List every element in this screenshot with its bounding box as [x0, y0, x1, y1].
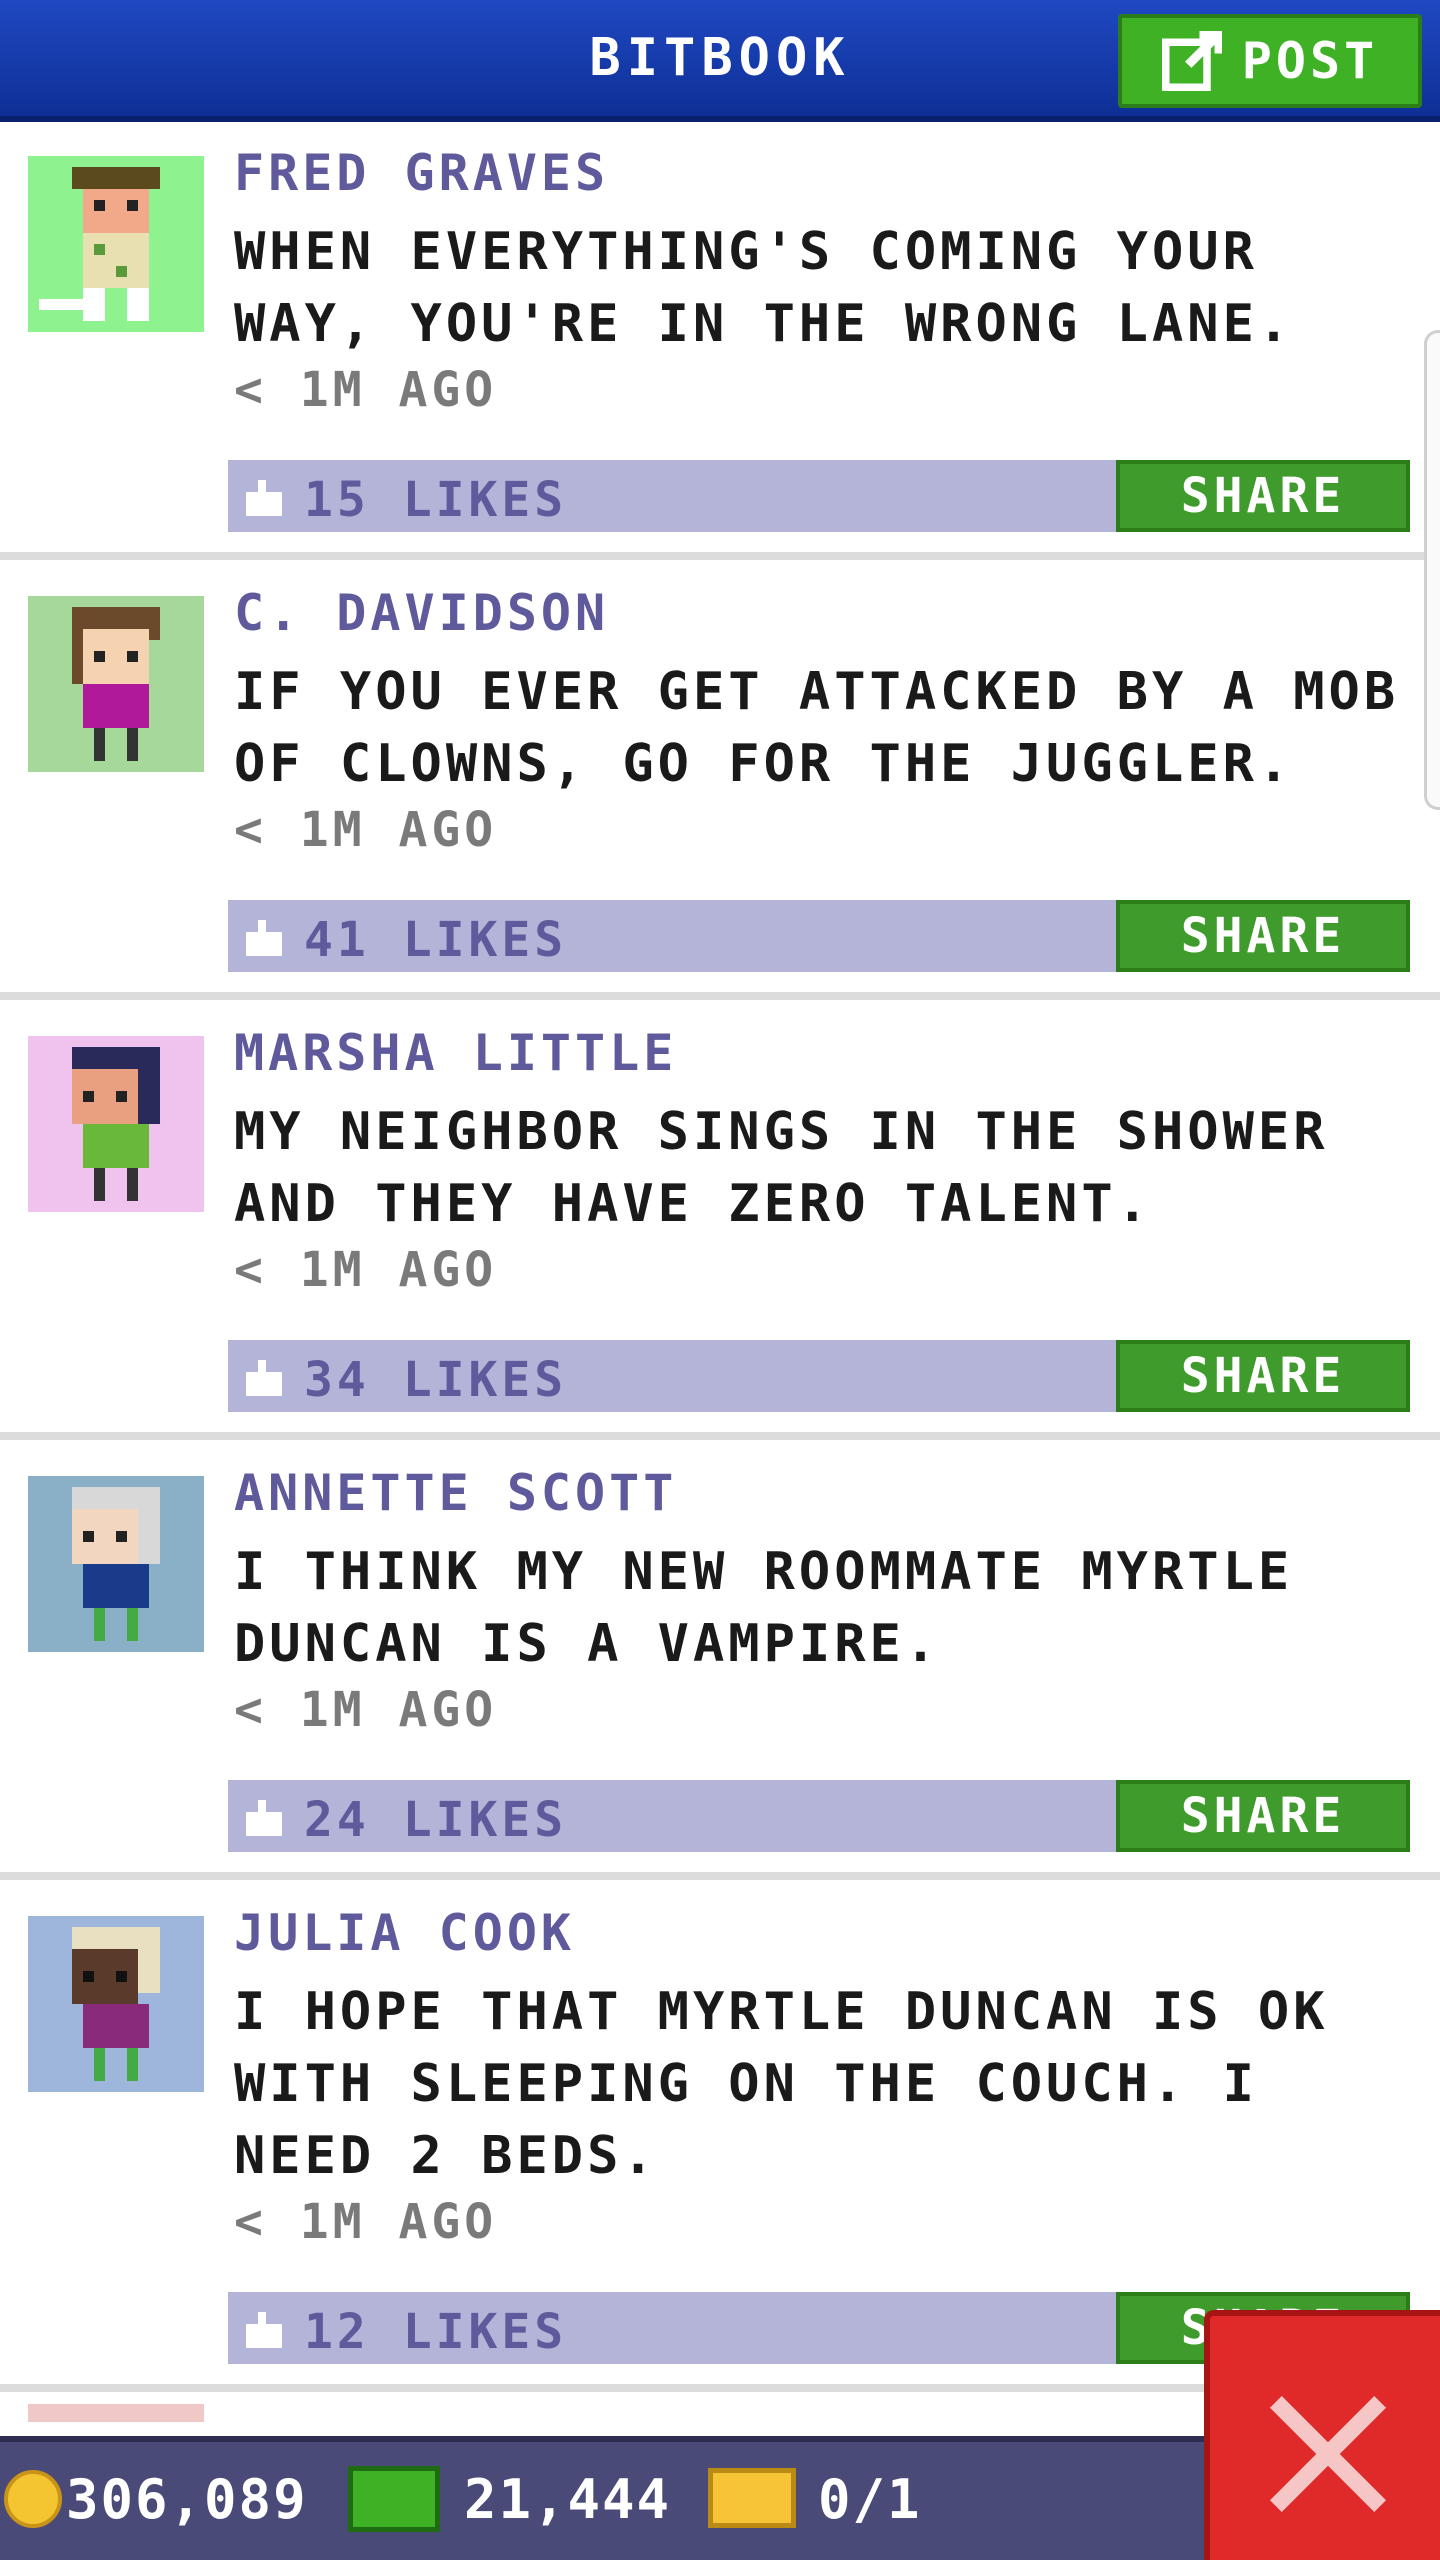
- post-divider: [0, 1432, 1440, 1440]
- post-time: < 1M AGO: [234, 802, 498, 858]
- like-icon[interactable]: [242, 920, 286, 960]
- likes-bar: 15 LIKES SHARE: [228, 460, 1410, 532]
- post-divider: [0, 1872, 1440, 1880]
- likes-count: 15 LIKES: [304, 472, 568, 528]
- post-divider: [0, 992, 1440, 1000]
- share-button[interactable]: SHARE: [1116, 1780, 1410, 1852]
- likes-count: 12 LIKES: [304, 2304, 568, 2360]
- like-icon[interactable]: [242, 480, 286, 520]
- post-text: I HOPE THAT MYRTLE DUNCAN IS OK WITH SLE…: [234, 1982, 1329, 2186]
- likes-count: 34 LIKES: [304, 1352, 568, 1408]
- like-icon[interactable]: [242, 2312, 286, 2352]
- compose-icon: [1161, 31, 1222, 91]
- avatar[interactable]: [28, 1476, 204, 1652]
- share-button[interactable]: SHARE: [1116, 460, 1410, 532]
- news-feed[interactable]: FRED GRAVES WHEN EVERYTHING'S COMING YOU…: [0, 122, 1440, 2422]
- post-time: < 1M AGO: [234, 362, 498, 418]
- close-icon: [1270, 2396, 1386, 2512]
- post-text: I THINK MY NEW ROOMMATE MYRTLE DUNCAN IS…: [234, 1542, 1294, 1674]
- coins-count: 306,089: [66, 2468, 308, 2531]
- post-text: MY NEIGHBOR SINGS IN THE SHOWER AND THEY…: [234, 1102, 1329, 1234]
- avatar[interactable]: [28, 1916, 204, 2092]
- avatar[interactable]: [28, 156, 204, 332]
- coin-icon: [4, 2470, 62, 2528]
- post-text: WHEN EVERYTHING'S COMING YOUR WAY, YOU'R…: [234, 222, 1294, 354]
- share-button[interactable]: SHARE: [1116, 900, 1410, 972]
- likes-bar: 41 LIKES SHARE: [228, 900, 1410, 972]
- share-button[interactable]: SHARE: [1116, 1340, 1410, 1412]
- post-time: < 1M AGO: [234, 1682, 498, 1738]
- avatar[interactable]: [28, 596, 204, 772]
- vip-ticket-icon: [708, 2468, 796, 2528]
- tickets-count: 0/1: [818, 2468, 922, 2531]
- post-button-label: POST: [1241, 32, 1379, 90]
- avatar[interactable]: [28, 1036, 204, 1212]
- post-author[interactable]: MARSHA LITTLE: [234, 1024, 677, 1082]
- like-icon[interactable]: [242, 1800, 286, 1840]
- post-button[interactable]: POST: [1118, 14, 1422, 108]
- likes-bar: 24 LIKES SHARE: [228, 1780, 1410, 1852]
- post-text: IF YOU EVER GET ATTACKED BY A MOB OF CLO…: [234, 662, 1400, 794]
- scroll-indicator[interactable]: [1424, 330, 1440, 810]
- post-author[interactable]: JULIA COOK: [234, 1904, 575, 1962]
- post-time: < 1M AGO: [234, 1242, 498, 1298]
- likes-count: 41 LIKES: [304, 912, 568, 968]
- post-author[interactable]: ANNETTE SCOTT: [234, 1464, 677, 1522]
- app-header: BITBOOK POST: [0, 0, 1440, 122]
- close-button[interactable]: [1204, 2310, 1440, 2560]
- post-author[interactable]: FRED GRAVES: [234, 144, 609, 202]
- like-icon[interactable]: [242, 1360, 286, 1400]
- post-time: < 1M AGO: [234, 2194, 498, 2250]
- post-author[interactable]: C. DAVIDSON: [234, 584, 609, 642]
- avatar[interactable]: [28, 2404, 204, 2422]
- bux-icon: [348, 2466, 440, 2532]
- likes-count: 24 LIKES: [304, 1792, 568, 1848]
- post-divider: [0, 552, 1440, 560]
- bux-count: 21,444: [464, 2468, 672, 2531]
- likes-bar: 34 LIKES SHARE: [228, 1340, 1410, 1412]
